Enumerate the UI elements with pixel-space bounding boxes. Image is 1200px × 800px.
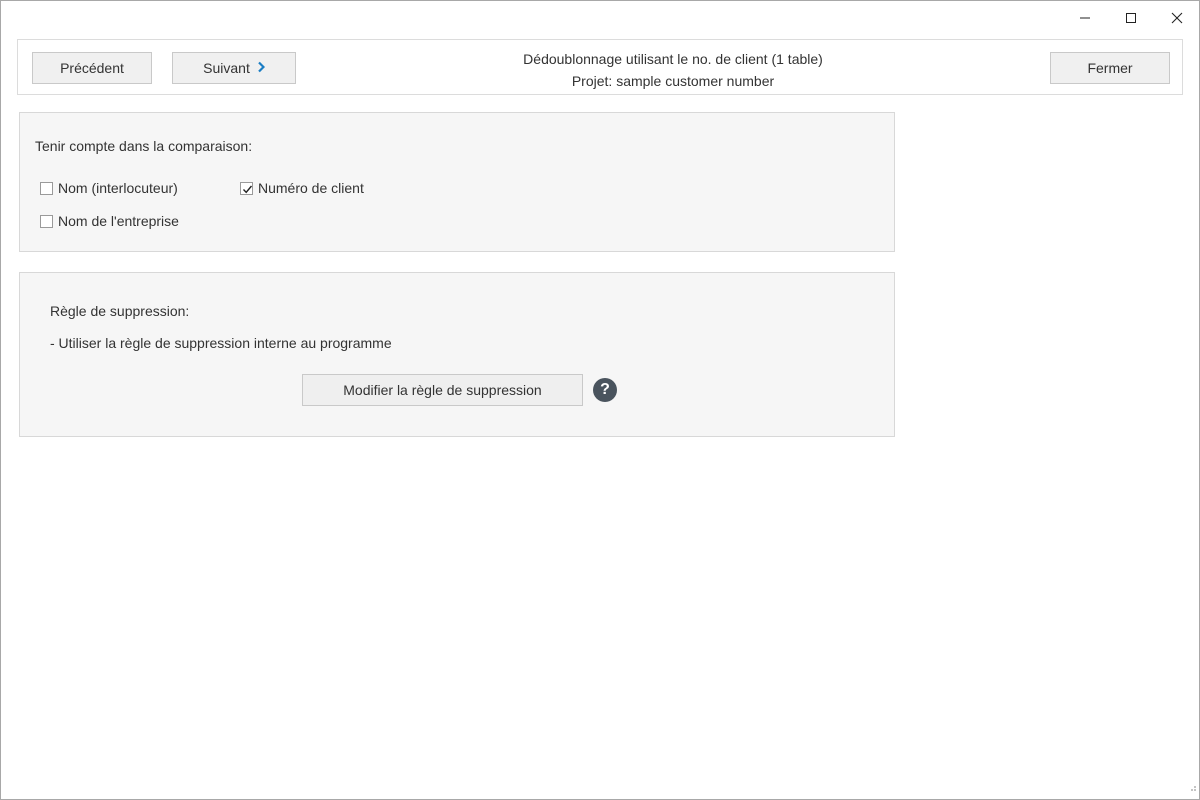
checkbox-name-contact[interactable]: Nom (interlocuteur) (40, 180, 178, 196)
close-button[interactable]: Fermer (1050, 52, 1170, 84)
app-window: Précédent Suivant Dédoublonnage utilisan… (0, 0, 1200, 800)
checkbox-label: Nom de l'entreprise (58, 213, 179, 229)
resize-grip-icon[interactable] (1187, 779, 1197, 797)
close-icon[interactable] (1154, 1, 1200, 35)
page-title: Dédoublonnage utilisant le no. de client… (523, 51, 823, 67)
compare-panel: Tenir compte dans la comparaison: Nom (i… (19, 112, 895, 252)
checkmark-icon (242, 185, 253, 193)
project-label: Projet: sample customer number (571, 73, 775, 89)
toolbar-title: Dédoublonnage utilisant le no. de client… (418, 48, 928, 92)
chevron-right-icon (257, 60, 265, 76)
minimize-icon[interactable] (1062, 1, 1108, 35)
next-button-label: Suivant (203, 60, 250, 76)
compare-heading: Tenir compte dans la comparaison: (35, 138, 253, 154)
previous-button[interactable]: Précédent (32, 52, 152, 84)
checkbox-box-checked[interactable] (240, 181, 253, 195)
checkbox-label: Nom (interlocuteur) (58, 180, 178, 196)
close-button-label: Fermer (1087, 60, 1133, 76)
rule-heading: Règle de suppression: (50, 303, 190, 319)
modify-rule-button-label: Modifier la règle de suppression (343, 382, 542, 398)
deletion-rule-panel: Règle de suppression: - Utiliser la règl… (19, 272, 895, 437)
checkbox-company-name[interactable]: Nom de l'entreprise (40, 213, 179, 229)
maximize-icon[interactable] (1108, 1, 1154, 35)
rule-description: - Utiliser la règle de suppression inter… (50, 335, 392, 351)
checkbox-customer-number[interactable]: Numéro de client (240, 180, 364, 196)
toolbar: Précédent Suivant Dédoublonnage utilisan… (17, 39, 1183, 95)
previous-button-label: Précédent (60, 60, 124, 76)
next-button[interactable]: Suivant (172, 52, 296, 84)
checkbox-box[interactable] (40, 181, 53, 195)
checkbox-label: Numéro de client (258, 180, 364, 196)
help-glyph: ? (600, 381, 610, 398)
checkbox-box[interactable] (40, 214, 53, 228)
help-icon[interactable]: ? (593, 378, 617, 402)
modify-rule-button[interactable]: Modifier la règle de suppression (302, 374, 583, 406)
